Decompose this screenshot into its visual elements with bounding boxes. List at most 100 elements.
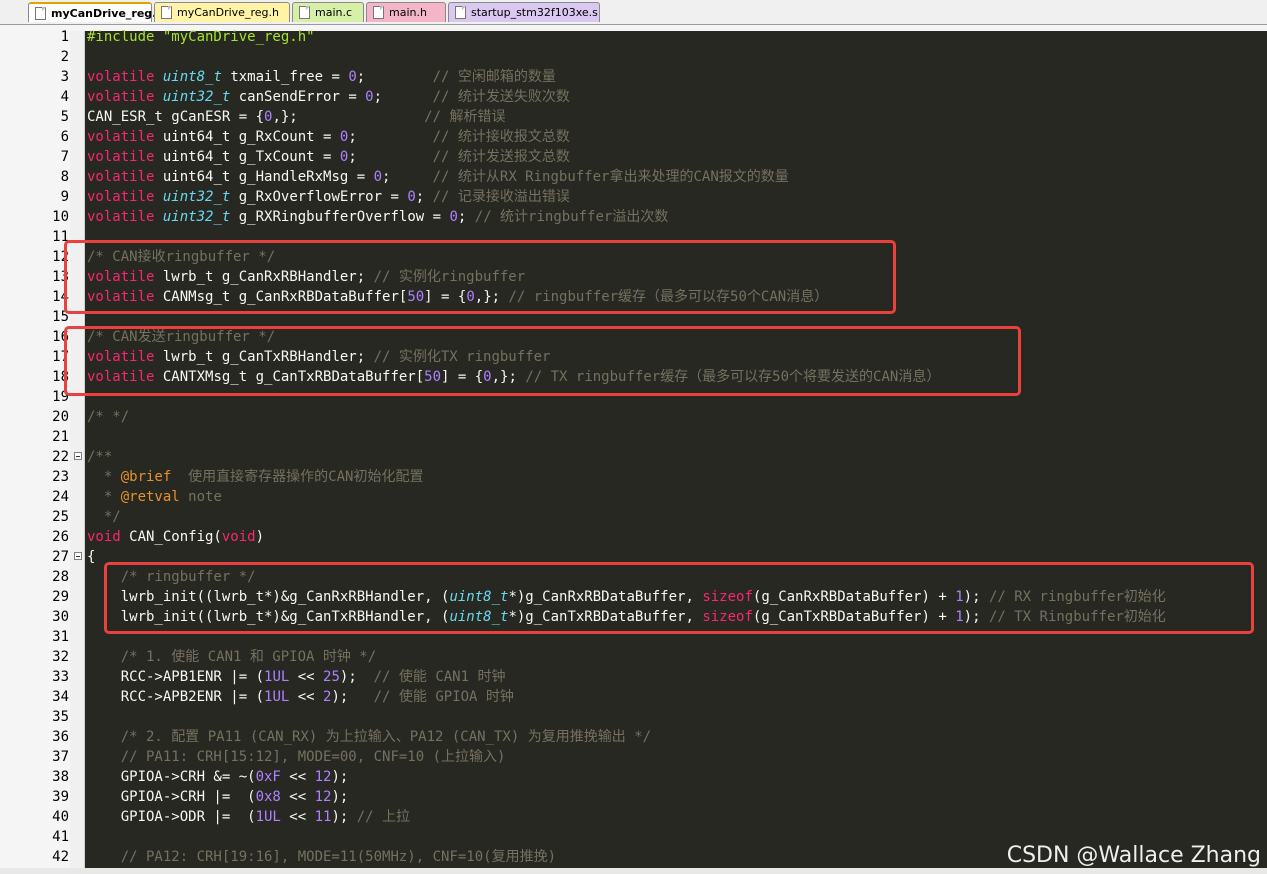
code-line[interactable]: 3 volatile uint8_t txmail_free = 0; // 空闲… xyxy=(0,67,1267,87)
code-text: CAN_ESR_t gCanESR = {0,}; // 解析错误 xyxy=(87,109,506,125)
code-text: * @brief 使用直接寄存器操作的CAN初始化配置 xyxy=(87,469,424,485)
code-line[interactable]: 40 GPIOA->ODR |= (1UL << 11); // 上拉 xyxy=(0,807,1267,827)
code-text: /** xyxy=(87,449,113,465)
line-number: 12 xyxy=(52,249,69,265)
code-text: GPIOA->CRH |= (0x8 << 12); xyxy=(87,789,349,805)
code-text: volatile uint64_t g_TxCount = 0; // 统计发送… xyxy=(87,149,570,165)
highlight-box-lwrb-init xyxy=(104,562,1254,634)
line-number: 9 xyxy=(60,189,69,205)
line-number: 11 xyxy=(52,229,69,245)
code-text: /* */ xyxy=(87,409,130,425)
line-number: 5 xyxy=(60,109,69,125)
code-line[interactable]: 34 RCC->APB2ENR |= (1UL << 2); // 使能 GPI… xyxy=(0,687,1267,707)
code-line[interactable]: 38 GPIOA->CRH &= ~(0xF << 12); xyxy=(0,767,1267,787)
code-text: RCC->APB1ENR |= (1UL << 25); // 使能 CAN1 … xyxy=(87,669,506,685)
code-text: RCC->APB2ENR |= (1UL << 2); // 使能 GPIOA … xyxy=(87,689,514,705)
line-number: 36 xyxy=(52,729,69,745)
code-line[interactable]: 4 volatile uint32_t canSendError = 0; // … xyxy=(0,87,1267,107)
horizontal-scrollbar[interactable] xyxy=(0,868,1267,874)
code-line[interactable]: 39 GPIOA->CRH |= (0x8 << 12); xyxy=(0,787,1267,807)
line-number: 4 xyxy=(60,89,69,105)
code-line[interactable]: 24 * @retval note xyxy=(0,487,1267,507)
code-line[interactable]: 1 #include "myCanDrive_reg.h" xyxy=(0,27,1267,47)
line-number: 20 xyxy=(52,409,69,425)
code-line[interactable]: 32 /* 1. 使能 CAN1 和 GPIOA 时钟 */ xyxy=(0,647,1267,667)
file-icon xyxy=(299,6,310,19)
code-text: */ xyxy=(87,509,121,525)
line-number: 41 xyxy=(52,829,69,845)
file-icon xyxy=(455,6,466,19)
line-number: 13 xyxy=(52,269,69,285)
line-number: 7 xyxy=(60,149,69,165)
tab-label: main.c xyxy=(315,6,353,19)
highlight-box-tx-ringbuffer xyxy=(64,326,1021,396)
line-number: 19 xyxy=(52,389,69,405)
code-line[interactable]: 6 volatile uint64_t g_RxCount = 0; // 统计接… xyxy=(0,127,1267,147)
line-number: 32 xyxy=(52,649,69,665)
tab-main-c[interactable]: main.c xyxy=(292,2,364,22)
code-line[interactable]: 7 volatile uint64_t g_TxCount = 0; // 统计发… xyxy=(0,147,1267,167)
file-icon xyxy=(161,6,172,19)
line-number: 37 xyxy=(52,749,69,765)
code-line[interactable]: 8 volatile uint64_t g_HandleRxMsg = 0; //… xyxy=(0,167,1267,187)
code-line[interactable]: 35 xyxy=(0,707,1267,727)
line-number: 1 xyxy=(60,29,69,45)
code-line[interactable]: 36 /* 2. 配置 PA11 (CAN_RX) 为上拉输入、PA12 (CA… xyxy=(0,727,1267,747)
highlight-box-rx-ringbuffer xyxy=(64,240,896,314)
file-icon xyxy=(35,7,46,20)
line-number: 15 xyxy=(52,309,69,325)
line-number: 10 xyxy=(52,209,69,225)
code-line[interactable]: 20 /* */ xyxy=(0,407,1267,427)
code-text: volatile uint32_t g_RXRingbufferOverflow… xyxy=(87,209,669,225)
code-text: void CAN_Config(void) xyxy=(87,529,265,545)
line-number: 28 xyxy=(52,569,69,585)
line-number: 18 xyxy=(52,369,69,385)
code-text: #include "myCanDrive_reg.h" xyxy=(87,29,315,45)
code-line[interactable]: 9 volatile uint32_t g_RxOverflowError = 0… xyxy=(0,187,1267,207)
code-line[interactable]: 22 /** xyxy=(0,447,1267,467)
code-text: volatile uint32_t g_RxOverflowError = 0;… xyxy=(87,189,570,205)
code-text: /* 2. 配置 PA11 (CAN_RX) 为上拉输入、PA12 (CAN_T… xyxy=(120,729,652,745)
line-number: 22 xyxy=(52,449,69,465)
code-text: volatile uint8_t txmail_free = 0; // 空闲邮… xyxy=(87,69,556,85)
tab-mycandrive-reg-h[interactable]: myCanDrive_reg.h xyxy=(154,2,290,22)
code-text: /* 1. 使能 CAN1 和 GPIOA 时钟 */ xyxy=(120,649,377,665)
csdn-watermark: CSDN @Wallace Zhang xyxy=(1006,843,1261,868)
code-line[interactable]: 2 xyxy=(0,47,1267,67)
line-number: 30 xyxy=(52,609,69,625)
code-line[interactable]: 23 * @brief 使用直接寄存器操作的CAN初始化配置 xyxy=(0,467,1267,487)
file-icon xyxy=(373,6,384,19)
code-line[interactable]: 21 xyxy=(0,427,1267,447)
code-line[interactable]: 26 void CAN_Config(void) xyxy=(0,527,1267,547)
code-text: // PA12: CRH[19:16], MODE=11(50MHz), CNF… xyxy=(120,849,557,865)
line-number: 34 xyxy=(52,689,69,705)
code-text: volatile uint32_t canSendError = 0; // 统… xyxy=(87,89,570,105)
line-number: 39 xyxy=(52,789,69,805)
line-number: 33 xyxy=(52,669,69,685)
line-number: 2 xyxy=(60,49,69,65)
code-line[interactable]: 5 CAN_ESR_t gCanESR = {0,}; // 解析错误 xyxy=(0,107,1267,127)
code-line[interactable]: 37 // PA11: CRH[15:12], MODE=00, CNF=10 … xyxy=(0,747,1267,767)
code-text: // PA11: CRH[15:12], MODE=00, CNF=10 (上拉… xyxy=(120,749,506,765)
line-number: 23 xyxy=(52,469,69,485)
code-line[interactable]: 33 RCC->APB1ENR |= (1UL << 25); // 使能 CA… xyxy=(0,667,1267,687)
code-text: GPIOA->ODR |= (1UL << 11); // 上拉 xyxy=(87,809,411,825)
code-text: volatile uint64_t g_HandleRxMsg = 0; // … xyxy=(87,169,789,185)
line-number: 16 xyxy=(52,329,69,345)
fold-toggle-icon[interactable] xyxy=(74,552,82,560)
code-text: * @retval note xyxy=(87,489,222,505)
fold-toggle-icon[interactable] xyxy=(74,452,82,460)
code-line[interactable]: 10 volatile uint32_t g_RXRingbufferOverfl… xyxy=(0,207,1267,227)
line-number: 24 xyxy=(52,489,69,505)
line-number: 27 xyxy=(52,549,69,565)
tab-mycandrive-reg-c[interactable]: myCanDrive_reg.c xyxy=(28,2,163,22)
line-number: 3 xyxy=(60,69,69,85)
tab-startup-stm32f103xe-s[interactable]: startup_stm32f103xe.s xyxy=(448,2,600,22)
line-number: 21 xyxy=(52,429,69,445)
line-number: 42 xyxy=(52,849,69,865)
line-number: 17 xyxy=(52,349,69,365)
tab-main-h[interactable]: main.h xyxy=(366,2,446,22)
code-line[interactable]: 25 */ xyxy=(0,507,1267,527)
file-tab-bar: myCanDrive_reg.c myCanDrive_reg.h main.c… xyxy=(0,0,1267,25)
tab-label: myCanDrive_reg.h xyxy=(177,6,279,19)
